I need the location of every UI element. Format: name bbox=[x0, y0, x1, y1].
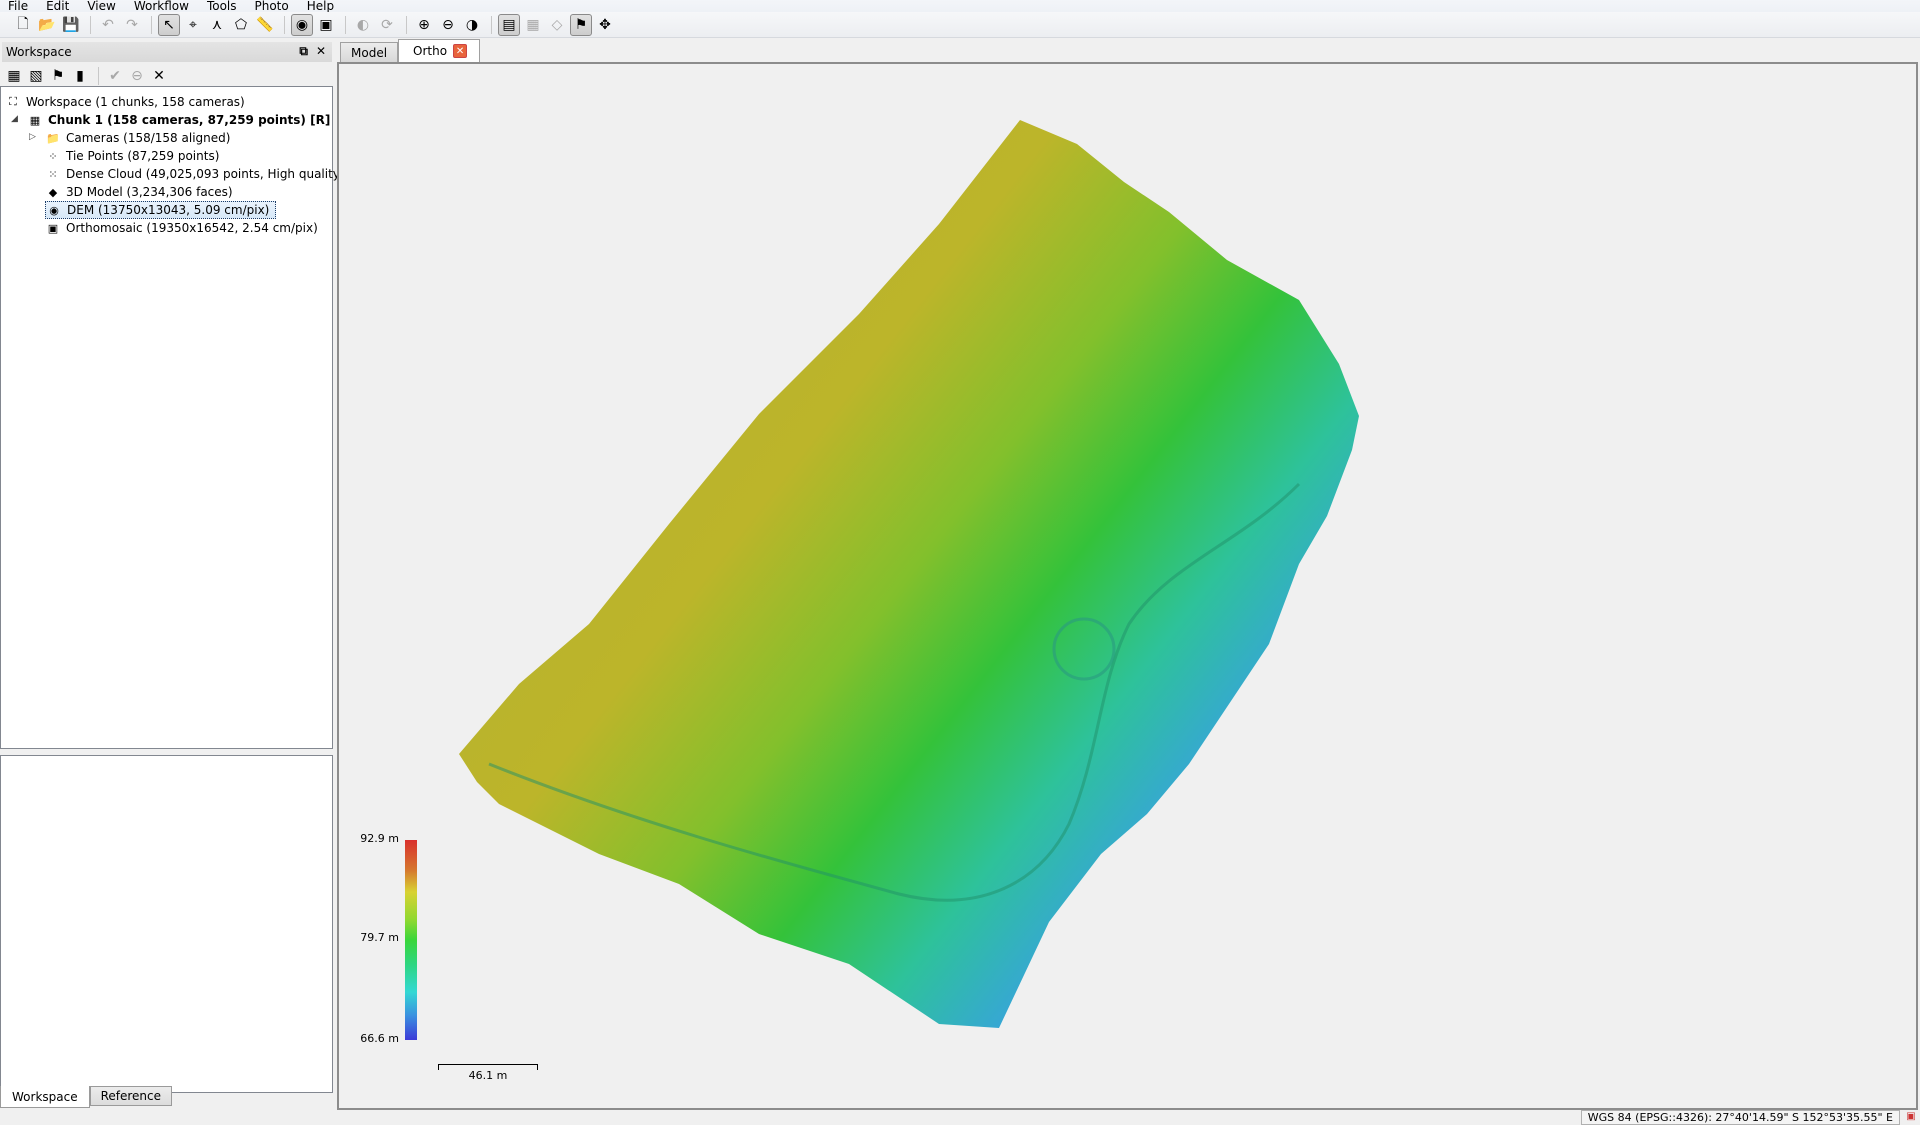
tree-item[interactable]: ⛶ Workspace (1 chunks, 158 cameras) bbox=[5, 93, 245, 111]
refresh-icon[interactable]: ⟳ bbox=[376, 14, 398, 36]
tree-item-label: 3D Model (3,234,306 faces) bbox=[66, 185, 233, 199]
tree-item[interactable]: 📁 Cameras (158/158 aligned) bbox=[45, 129, 230, 147]
tab-ortho[interactable]: Ortho ✕ bbox=[398, 39, 481, 62]
enable-icon[interactable]: ✔ bbox=[105, 66, 125, 86]
show-dem-icon[interactable]: ◉ bbox=[291, 13, 313, 36]
tab-label: Model bbox=[351, 45, 388, 60]
menu-bar: File Edit View Workflow Tools Photo Help bbox=[0, 0, 1920, 12]
chunk-icon: ▦ bbox=[29, 113, 41, 127]
tie-points-icon: ⁘ bbox=[48, 149, 58, 163]
disable-icon[interactable]: ⊖ bbox=[127, 66, 147, 86]
add-scalebar-icon[interactable]: ▮ bbox=[70, 66, 90, 86]
add-marker-icon[interactable]: ⚑ bbox=[48, 66, 68, 86]
ortho-viewport[interactable]: 92.9 m 79.7 m 66.6 m 46.1 m bbox=[337, 62, 1918, 1110]
toolbar-separator bbox=[90, 15, 91, 34]
undo-icon[interactable]: ↶ bbox=[97, 14, 119, 36]
model-icon: ◆ bbox=[48, 185, 58, 199]
menu-file[interactable]: File bbox=[8, 0, 28, 12]
menu-tools[interactable]: Tools bbox=[207, 0, 237, 12]
coordinate-readout: WGS 84 (EPSG::4326): 27°40'14.59" S 152°… bbox=[1580, 1110, 1900, 1125]
tree-item-label: Orthomosaic (19350x16542, 2.54 cm/pix) bbox=[66, 221, 318, 235]
workspace-panel-title: Workspace bbox=[6, 45, 72, 59]
show-images-icon[interactable]: ▤ bbox=[498, 13, 520, 36]
bottom-tabs: Workspace Reference bbox=[0, 1086, 173, 1108]
elevation-colorbar bbox=[405, 840, 417, 1040]
tab-label: Ortho bbox=[413, 44, 448, 58]
view-tabs: Model Ortho ✕ bbox=[340, 39, 481, 62]
draw-polyline-icon[interactable]: ⋏ bbox=[206, 14, 228, 36]
workspace-panel-header: Workspace ⧉ ✕ bbox=[2, 42, 332, 62]
menu-photo[interactable]: Photo bbox=[255, 0, 289, 12]
tree-item[interactable]: ⁘ Tie Points (87,259 points) bbox=[45, 147, 219, 165]
orthomosaic-icon: ▣ bbox=[47, 221, 59, 235]
show-shapes-icon[interactable]: ◇ bbox=[546, 14, 568, 36]
zoom-out-icon[interactable]: ⊖ bbox=[437, 14, 459, 36]
tab-model[interactable]: Model bbox=[340, 42, 399, 62]
tree-item[interactable]: ▦ Chunk 1 (158 cameras, 87,259 points) [R… bbox=[27, 111, 331, 129]
open-icon[interactable]: 📂 bbox=[36, 14, 58, 36]
tree-item[interactable]: ◆ 3D Model (3,234,306 faces) bbox=[45, 183, 233, 201]
edit-seamlines-icon[interactable]: ◐ bbox=[352, 14, 374, 36]
tree-item[interactable]: ⁙ Dense Cloud (49,025,093 points, High qu… bbox=[45, 165, 345, 183]
menu-workflow[interactable]: Workflow bbox=[134, 0, 189, 12]
tab-workspace[interactable]: Workspace bbox=[0, 1086, 90, 1108]
workspace-panel: Workspace ⧉ ✕ ▦ ▧ ⚑ ▮ ✔ ⊖ ✕ ⛶ Workspace (1 chun… bbox=[0, 40, 345, 1110]
tree-item-label: Tie Points (87,259 points) bbox=[66, 149, 220, 163]
add-photos-icon[interactable]: ▧ bbox=[26, 66, 46, 86]
dense-cloud-icon: ⁙ bbox=[48, 167, 58, 181]
draw-point-icon[interactable]: ⌖ bbox=[182, 14, 204, 36]
close-tab-icon[interactable]: ✕ bbox=[453, 44, 468, 58]
show-labels-icon[interactable]: ▦ bbox=[522, 14, 544, 36]
tree-item-label: Dense Cloud (49,025,093 points, High qua… bbox=[66, 167, 345, 181]
undock-icon[interactable]: ⧉ bbox=[299, 44, 308, 59]
new-icon[interactable]: 🗋 bbox=[12, 14, 34, 36]
tree-item[interactable]: ◉ DEM (13750x13043, 5.09 cm/pix) bbox=[45, 201, 277, 219]
ruler-icon[interactable]: 📏 bbox=[254, 14, 276, 36]
properties-panel bbox=[0, 755, 333, 1093]
toolbar-separator bbox=[284, 15, 285, 34]
tree-item-label: DEM (13750x13043, 5.09 cm/pix) bbox=[67, 203, 270, 217]
save-icon[interactable]: 💾 bbox=[60, 14, 82, 36]
workspace-icon: ⛶ bbox=[9, 95, 17, 108]
show-orthomosaic-icon[interactable]: ▣ bbox=[315, 14, 337, 36]
close-panel-icon[interactable]: ✕ bbox=[316, 44, 326, 59]
workspace-toolbar: ▦ ▧ ⚑ ▮ ✔ ⊖ ✕ bbox=[2, 64, 171, 88]
tree-expander-icon[interactable]: ▷ bbox=[29, 132, 36, 142]
toolbar-separator bbox=[98, 67, 99, 85]
toolbar-separator bbox=[345, 15, 346, 34]
dem-map[interactable] bbox=[339, 64, 1918, 1110]
menu-view[interactable]: View bbox=[87, 0, 115, 12]
show-markers-icon[interactable]: ⚑ bbox=[570, 13, 592, 36]
reset-view-icon[interactable]: ✥ bbox=[594, 14, 616, 36]
tab-reference[interactable]: Reference bbox=[89, 1086, 173, 1106]
scale-bar-label: 46.1 m bbox=[468, 1069, 508, 1082]
redo-icon[interactable]: ↷ bbox=[121, 14, 143, 36]
navigation-pointer-icon[interactable]: ↖ bbox=[158, 13, 180, 36]
status-bar: WGS 84 (EPSG::4326): 27°40'14.59" S 152°… bbox=[0, 1110, 1920, 1125]
tree-item-label: Chunk 1 (158 cameras, 87,259 points) [R] bbox=[48, 113, 331, 127]
toolbar-separator bbox=[491, 15, 492, 34]
hillshading-icon[interactable]: ◑ bbox=[461, 14, 483, 36]
network-status-icon[interactable]: ▣ bbox=[1904, 1111, 1918, 1124]
draw-polygon-icon[interactable]: ⬠ bbox=[230, 14, 252, 36]
dem-icon: ◉ bbox=[49, 203, 59, 217]
menu-help[interactable]: Help bbox=[307, 0, 334, 12]
main-toolbar: 🗋 📂 💾 ↶ ↷ ↖ ⌖ ⋏ ⬠ 📏 ◉ ▣ ◐ ⟳ ⊕ ⊖ ◑ ▤ ▦ ◇ ⚑ ✥ bbox=[0, 12, 1920, 38]
tree-expander-icon[interactable]: ◢ bbox=[11, 114, 18, 124]
colorbar-max-label: 92.9 m bbox=[360, 832, 399, 845]
tree-item[interactable]: ▣ Orthomosaic (19350x16542, 2.54 cm/pix) bbox=[45, 219, 318, 237]
colorbar-mid-label: 79.7 m bbox=[360, 931, 399, 944]
toolbar-separator bbox=[151, 15, 152, 34]
tree-item-label: Cameras (158/158 aligned) bbox=[66, 131, 231, 145]
workspace-tree: ⛶ Workspace (1 chunks, 158 cameras) ◢ ▦ Chun… bbox=[0, 86, 345, 749]
folder-icon: 📁 bbox=[46, 131, 60, 145]
colorbar-min-label: 66.6 m bbox=[360, 1032, 399, 1045]
zoom-in-icon[interactable]: ⊕ bbox=[413, 14, 435, 36]
menu-edit[interactable]: Edit bbox=[46, 0, 69, 12]
toolbar-separator bbox=[406, 15, 407, 34]
tree-item-label: Workspace (1 chunks, 158 cameras) bbox=[26, 95, 245, 109]
remove-icon[interactable]: ✕ bbox=[149, 66, 169, 86]
add-chunk-icon[interactable]: ▦ bbox=[4, 66, 24, 86]
